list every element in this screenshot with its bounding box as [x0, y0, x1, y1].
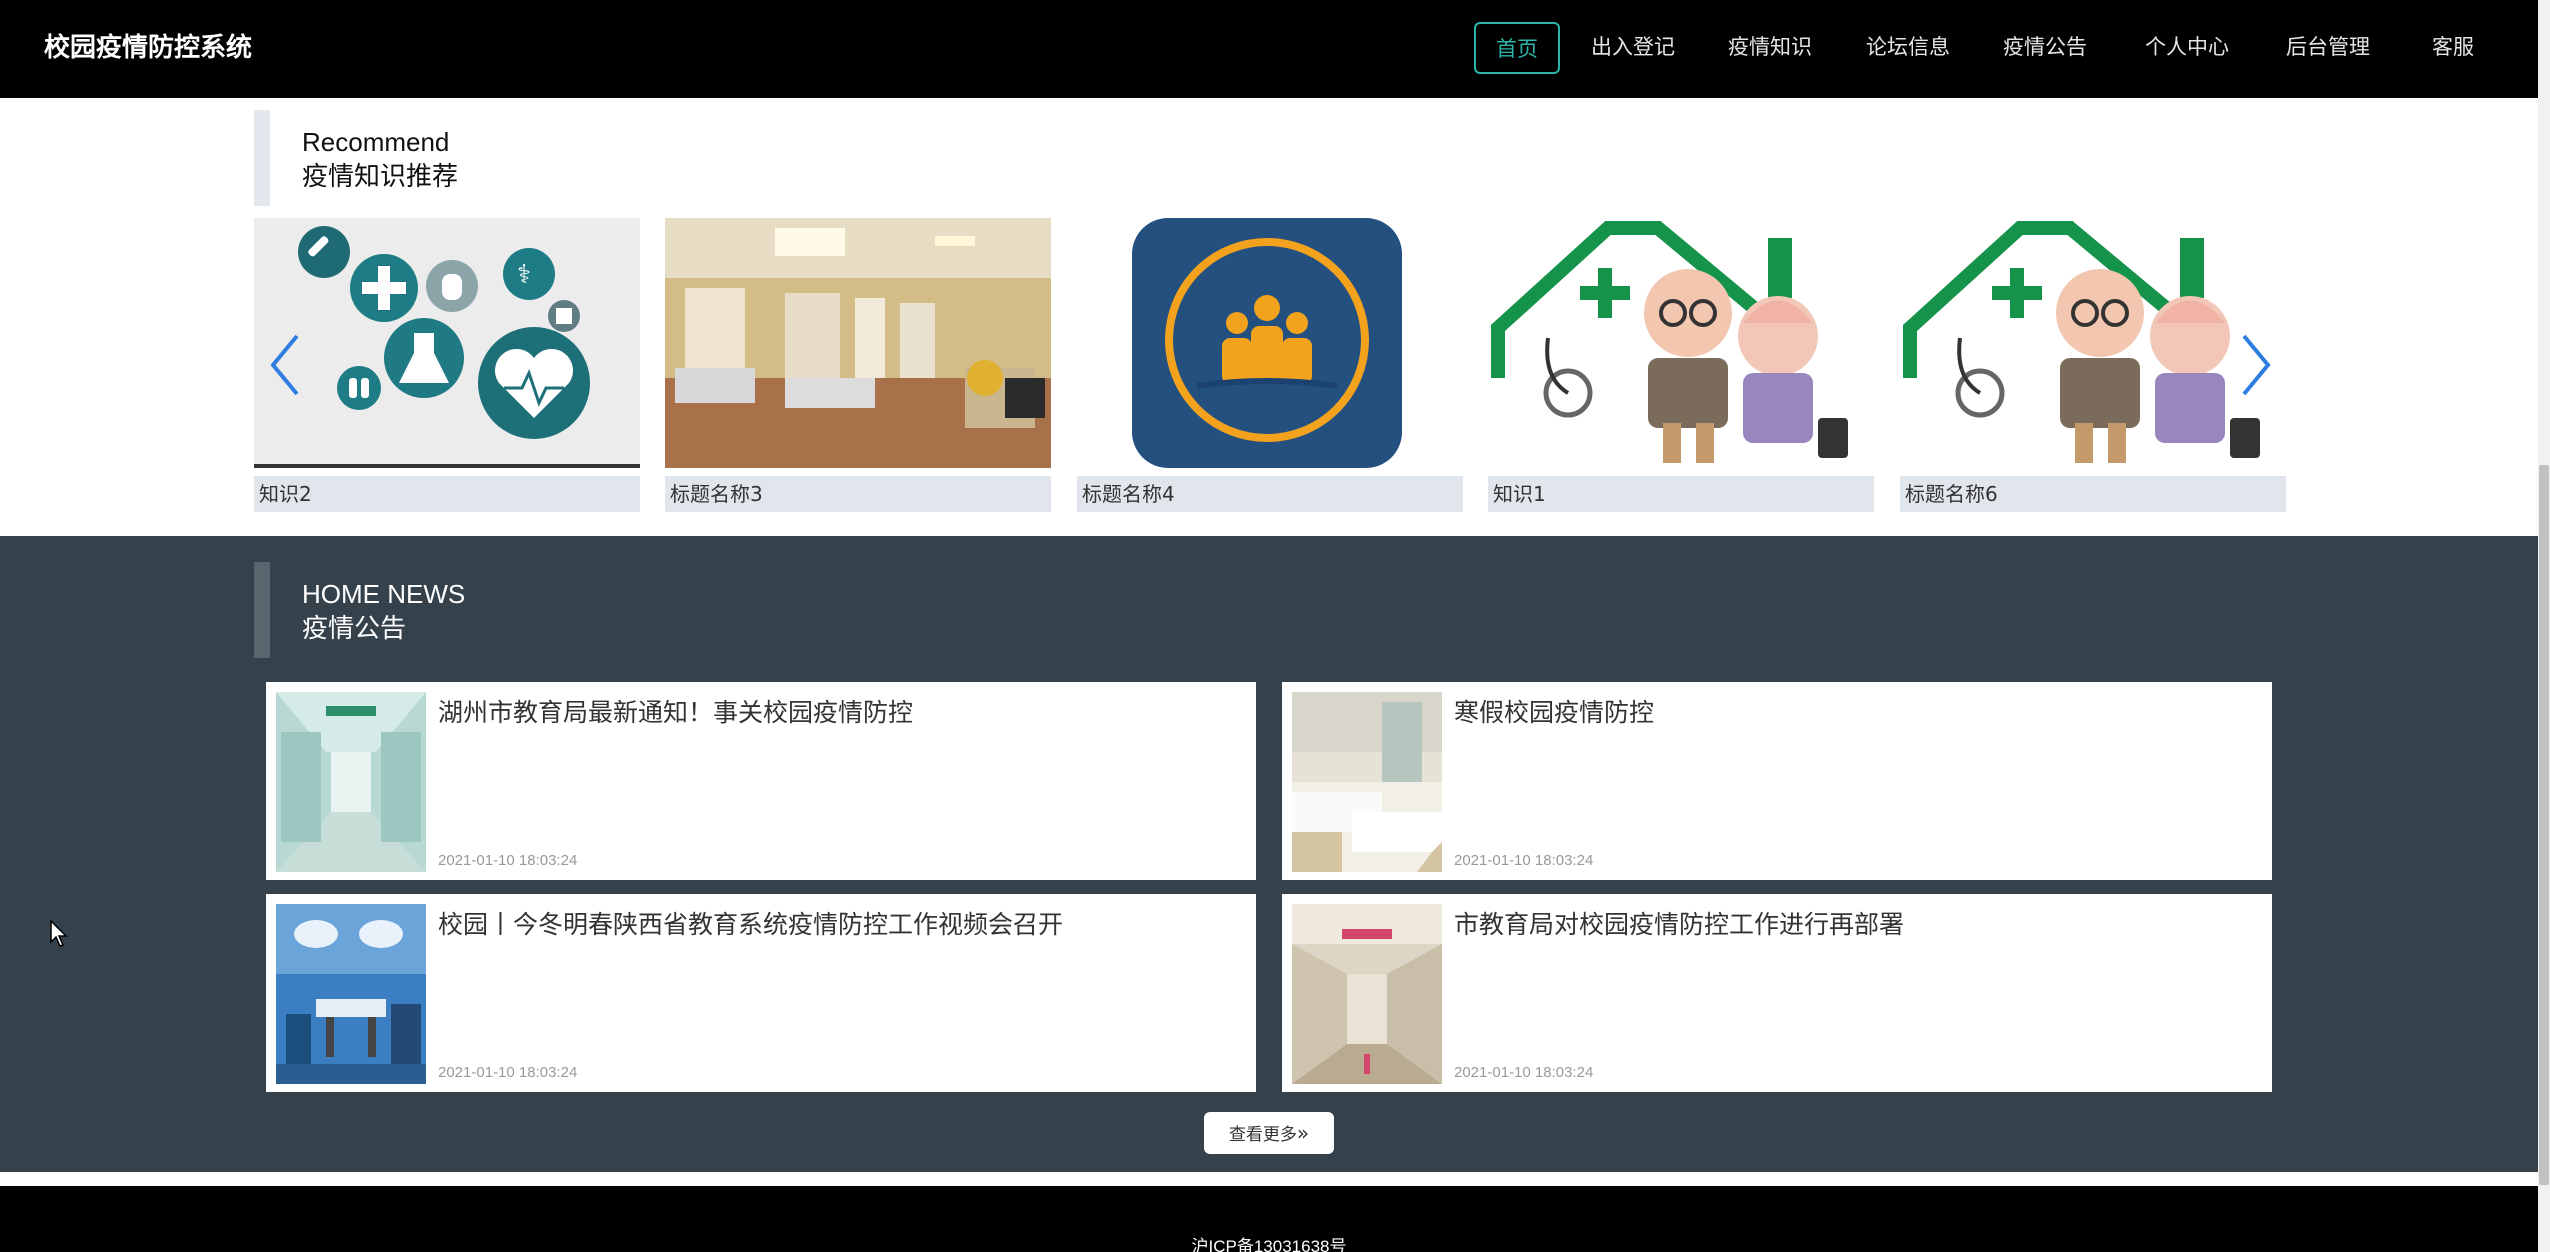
news-date: 2021-01-10 18:03:24 — [438, 852, 578, 869]
carousel-prev-arrow-icon[interactable] — [265, 330, 305, 400]
news-card[interactable]: 市教育局对校园疫情防控工作进行再部署 2021-01-10 18:03:24 — [1282, 894, 2272, 1092]
medical-icons-image: ⚕ — [254, 218, 640, 468]
page-scrollbar[interactable] — [2538, 0, 2550, 1252]
mouse-cursor-icon — [50, 919, 70, 948]
news-title[interactable]: 市教育局对校园疫情防控工作进行再部署 — [1454, 908, 1904, 942]
site-brand[interactable]: 校园疫情防控系统 — [44, 28, 252, 68]
news-thumbnail — [276, 904, 426, 1084]
icp-record-text[interactable]: 沪ICP备13031638号 — [0, 1232, 2538, 1252]
footer: 沪ICP备13031638号 — [0, 1186, 2538, 1252]
news-title-cn: 疫情公告 — [302, 614, 407, 644]
carousel-caption: 标题名称6 — [1900, 476, 2286, 512]
news-card[interactable]: 寒假校园疫情防控 2021-01-10 18:03:24 — [1282, 682, 2272, 880]
news-thumbnail — [276, 692, 426, 872]
carousel-card[interactable]: 标题名称4 — [1077, 218, 1463, 512]
carousel-caption: 标题名称3 — [665, 476, 1051, 512]
hospital-ward-image — [665, 218, 1051, 468]
scrollbar-thumb[interactable] — [2539, 465, 2549, 1185]
news-card[interactable]: 湖州市教育局最新通知！事关校园疫情防控 2021-01-10 18:03:24 — [266, 682, 1256, 880]
news-date: 2021-01-10 18:03:24 — [438, 1064, 578, 1081]
nav-forum[interactable]: 论坛信息 — [1853, 22, 1963, 74]
elderly-couple-image — [1488, 218, 1874, 468]
nav-admin[interactable]: 后台管理 — [2273, 22, 2383, 74]
news-thumbnail — [1292, 692, 1442, 872]
elderly-couple-image — [1900, 218, 2286, 468]
carousel-caption: 知识1 — [1488, 476, 1874, 512]
news-title[interactable]: 湖州市教育局最新通知！事关校园疫情防控 — [438, 696, 913, 730]
top-navbar: 校园疫情防控系统 首页 出入登记 疫情知识 论坛信息 疫情公告 个人中心 后台管… — [0, 0, 2538, 98]
news-title-en: HOME NEWS — [302, 579, 466, 609]
news-section: HOME NEWS 疫情公告 湖州市教育局最新通知！事关校园疫情防控 2021-… — [0, 536, 2538, 1172]
carousel-caption: 标题名称4 — [1077, 476, 1463, 512]
carousel-card[interactable]: 标题名称6 — [1900, 218, 2286, 512]
svg-text:⚕: ⚕ — [517, 260, 531, 290]
nav-customer-service[interactable]: 客服 — [2418, 22, 2488, 74]
carousel-next-arrow-icon[interactable] — [2236, 330, 2276, 400]
carousel-card[interactable]: 标题名称3 — [665, 218, 1051, 512]
nav-personal-center[interactable]: 个人中心 — [2132, 22, 2242, 74]
nav-announcements[interactable]: 疫情公告 — [1990, 22, 2100, 74]
view-more-label: 查看更多 — [1228, 1125, 1297, 1145]
news-title[interactable]: 寒假校园疫情防控 — [1454, 696, 1654, 730]
double-chevron-right-icon: » — [1296, 1121, 1310, 1145]
carousel-card[interactable]: ⚕ 知识2 — [254, 218, 640, 512]
news-thumbnail — [1292, 904, 1442, 1084]
recommend-title-cn: 疫情知识推荐 — [302, 162, 459, 192]
news-date: 2021-01-10 18:03:24 — [1454, 1064, 1594, 1081]
nav-home[interactable]: 首页 — [1474, 22, 1560, 74]
news-title[interactable]: 校园丨今冬明春陕西省教育系统疫情防控工作视频会召开 — [438, 908, 1063, 942]
news-section-title: HOME NEWS 疫情公告 — [254, 562, 465, 658]
recommend-section-title: Recommend 疫情知识推荐 — [254, 110, 458, 206]
recommend-title-en: Recommend — [302, 127, 450, 157]
carousel-caption: 知识2 — [254, 476, 640, 512]
medical-team-icon-image — [1077, 218, 1463, 468]
carousel-card[interactable]: 知识1 — [1488, 218, 1874, 512]
news-date: 2021-01-10 18:03:24 — [1454, 852, 1594, 869]
view-more-button[interactable]: 查看更多» — [1204, 1112, 1334, 1154]
nav-entry-registration[interactable]: 出入登记 — [1578, 22, 1688, 74]
news-card[interactable]: 校园丨今冬明春陕西省教育系统疫情防控工作视频会召开 2021-01-10 18:… — [266, 894, 1256, 1092]
knowledge-carousel: ⚕ 知识2 标题名称3 标题名称4 知识1 标题名称6 — [254, 218, 2286, 512]
nav-epidemic-knowledge[interactable]: 疫情知识 — [1715, 22, 1825, 74]
